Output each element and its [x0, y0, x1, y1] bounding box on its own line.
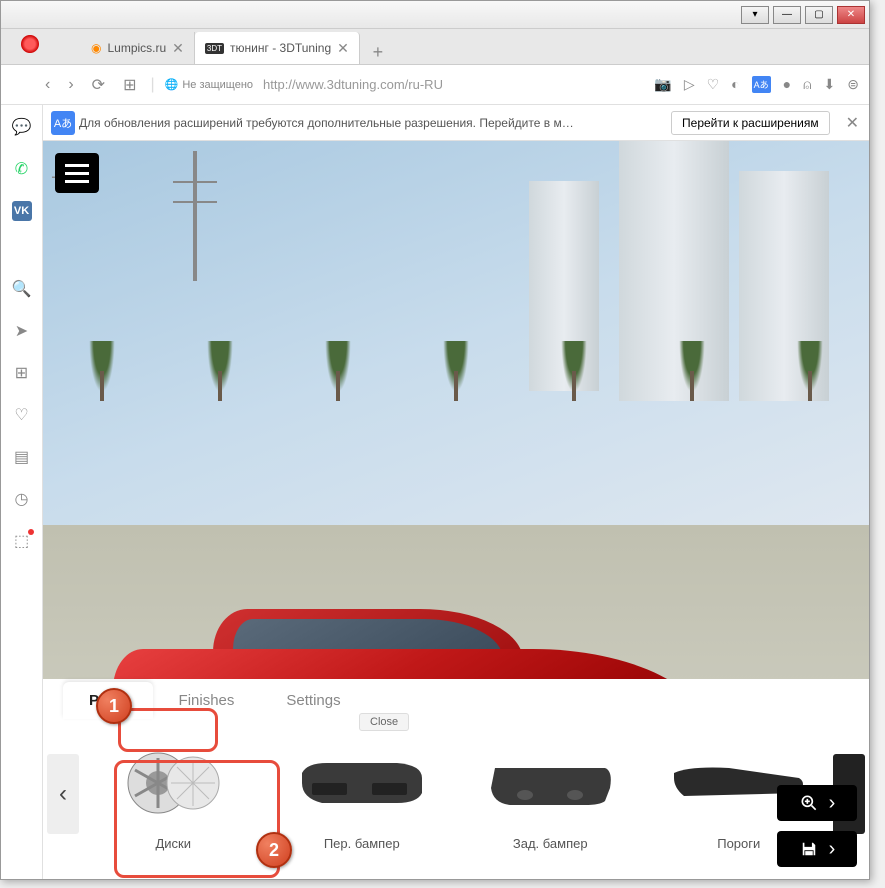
palm-trees [43, 341, 869, 421]
nav-back[interactable]: ‹ [41, 72, 54, 98]
tuning-panel: Parts Finishes Settings Close ‹ Диски Пе… [43, 679, 869, 879]
tab-title: тюнинг - 3DTuning [230, 41, 331, 55]
browser-window: ▾ — ▢ ✕ ◉ Lumpics.ru ✕ 3DT тюнинг - 3DTu… [0, 0, 870, 880]
tab-settings[interactable]: Settings [260, 682, 366, 719]
new-tab-button[interactable]: + [366, 40, 390, 64]
tab-lumpics[interactable]: ◉ Lumpics.ru ✕ [81, 32, 195, 64]
favorites-icon[interactable]: ♡ [12, 405, 32, 425]
globe-icon: 🌐 [165, 78, 179, 91]
opera-logo [21, 35, 39, 53]
tab-finishes[interactable]: Finishes [153, 682, 261, 719]
annotation-marker-1: 1 [96, 688, 132, 724]
address-actions: 📷 ▷ ♡ ◐ Aあ ● ⍝ ⬇ ⊜ [654, 76, 859, 93]
search-icon[interactable]: 🔍 [12, 279, 32, 299]
menu-button[interactable] [55, 153, 99, 193]
nav-forward[interactable]: › [64, 72, 77, 98]
apps-icon[interactable]: ⊞ [12, 363, 32, 383]
radio-tower [193, 151, 197, 281]
close-tooltip[interactable]: Close [359, 713, 409, 731]
part-label: Пер. бампер [324, 836, 400, 851]
url-field[interactable]: http://www.3dtuning.com/ru-RU [263, 77, 443, 92]
sidebar: 💬 ✆ VK 🔍 ➤ ⊞ ♡ ▤ ◷ ⬚ [1, 105, 43, 879]
wheels-thumb [85, 729, 262, 836]
speed-dial[interactable]: ⊞ [119, 71, 140, 99]
parts-carousel: ‹ Диски Пер. бампер Зад. бампер [43, 719, 869, 869]
tab-3dtuning[interactable]: 3DT тюнинг - 3DTuning ✕ [195, 32, 360, 64]
tab-bar: ◉ Lumpics.ru ✕ 3DT тюнинг - 3DTuning ✕ + [1, 29, 869, 65]
camera-icon[interactable]: 📷 [654, 76, 671, 93]
heart-icon[interactable]: ♡ [707, 76, 720, 93]
rear-bumper-thumb [462, 729, 639, 836]
history-icon[interactable]: ◷ [12, 489, 32, 509]
part-rear-bumper[interactable]: Зад. бампер [462, 729, 639, 859]
part-label: Пороги [717, 836, 760, 851]
notification-text: Для обновления расширений требуются допо… [79, 116, 663, 130]
whatsapp-icon[interactable]: ✆ [12, 159, 32, 179]
messenger-icon[interactable]: 💬 [12, 117, 32, 137]
download-icon[interactable]: ⬇ [824, 76, 836, 93]
chevron-right-icon: › [829, 792, 836, 815]
front-bumper-thumb [274, 729, 451, 836]
nav-reload[interactable]: ⟳ [88, 71, 109, 99]
send-icon[interactable]: ➤ [12, 321, 32, 341]
tab-favicon: ◉ [91, 41, 101, 55]
part-label: Зад. бампер [513, 836, 588, 851]
vk-icon[interactable]: VK [12, 201, 32, 221]
extensions-button[interactable]: Перейти к расширениям [671, 111, 830, 135]
notification-bar: i Для обновления расширений требуются до… [43, 105, 869, 141]
box-icon[interactable]: ⬚ [12, 531, 32, 551]
panel-tabs: Parts Finishes Settings [43, 679, 869, 719]
zoom-button[interactable]: › [777, 785, 857, 821]
tab-close-icon[interactable]: ✕ [172, 40, 184, 57]
annotation-marker-2: 2 [256, 832, 292, 868]
security-label: Не защищено [182, 79, 253, 91]
translate-icon[interactable]: Aあ [752, 76, 771, 93]
shield-icon[interactable]: ◐ [731, 76, 739, 93]
window-minimize[interactable]: — [773, 6, 801, 24]
window-dropdown[interactable]: ▾ [741, 6, 769, 24]
part-label: Диски [155, 836, 191, 851]
translate-badge[interactable]: Aあ [51, 111, 75, 135]
address-bar: ‹ › ⟳ ⊞ | 🌐 Не защищено http://www.3dtun… [1, 65, 869, 105]
profile-icon[interactable]: ⍝ [803, 76, 811, 93]
play-icon[interactable]: ▷ [684, 76, 695, 93]
tab-title: Lumpics.ru [107, 41, 166, 55]
notification-close[interactable]: ✕ [846, 113, 859, 133]
window-titlebar: ▾ — ▢ ✕ [1, 1, 869, 29]
window-maximize[interactable]: ▢ [805, 6, 833, 24]
window-close[interactable]: ✕ [837, 6, 865, 24]
tab-favicon: 3DT [205, 43, 224, 54]
carousel-prev[interactable]: ‹ [47, 754, 79, 834]
part-front-bumper[interactable]: Пер. бампер [274, 729, 451, 859]
adblock-icon[interactable]: ● [783, 76, 791, 93]
save-button[interactable]: › [777, 831, 857, 867]
news-icon[interactable]: ▤ [12, 447, 32, 467]
tab-close-icon[interactable]: ✕ [337, 40, 349, 57]
easy-setup-icon[interactable]: ⊜ [847, 76, 859, 93]
chevron-right-icon: › [829, 838, 836, 861]
part-wheels[interactable]: Диски [85, 729, 262, 859]
security-indicator[interactable]: 🌐 Не защищено [165, 78, 253, 91]
